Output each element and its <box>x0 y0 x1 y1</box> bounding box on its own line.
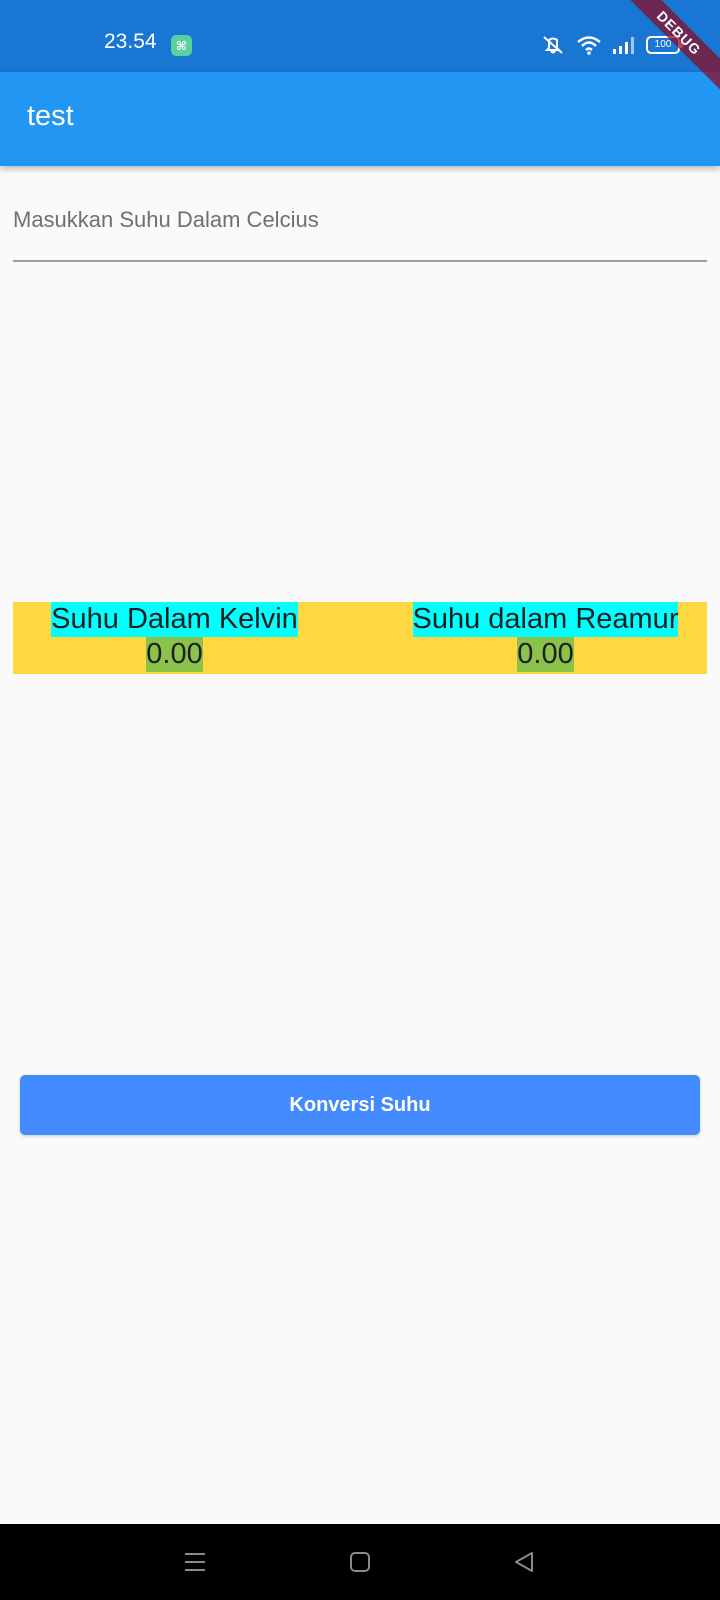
back-icon[interactable] <box>512 1550 536 1574</box>
app-screen: 23.54 ⌘ 100 DEBUG test Masukkan Suhu Dal… <box>0 0 720 1600</box>
mute-icon <box>543 36 563 54</box>
celsius-field <box>13 190 707 262</box>
celsius-input[interactable] <box>13 190 707 250</box>
convert-button[interactable]: Konversi Suhu <box>20 1075 700 1135</box>
app-bar: test <box>0 72 720 166</box>
result-panel: Suhu Dalam Kelvin 0.00 Suhu dalam Reamur… <box>13 602 707 674</box>
app-title: test <box>27 100 74 132</box>
status-time: 23.54 <box>104 30 157 53</box>
home-icon[interactable] <box>348 1550 372 1574</box>
reamur-label: Suhu dalam Reamur <box>412 602 679 637</box>
reamur-value: 0.00 <box>517 637 574 672</box>
status-icons: 100 <box>540 34 683 56</box>
menu-icon[interactable] <box>183 1550 207 1574</box>
reamur-result: Suhu dalam Reamur 0.00 <box>360 602 707 674</box>
wifi-icon <box>577 36 601 55</box>
kelvin-result: Suhu Dalam Kelvin 0.00 <box>13 602 360 674</box>
kelvin-label: Suhu Dalam Kelvin <box>51 602 298 637</box>
signal-icon <box>613 37 634 54</box>
status-bar: 23.54 ⌘ 100 <box>0 0 720 72</box>
notification-app-icon: ⌘ <box>171 35 192 56</box>
nav-bar <box>0 1524 720 1600</box>
kelvin-value: 0.00 <box>146 637 203 672</box>
battery-level: 100 <box>654 39 672 50</box>
